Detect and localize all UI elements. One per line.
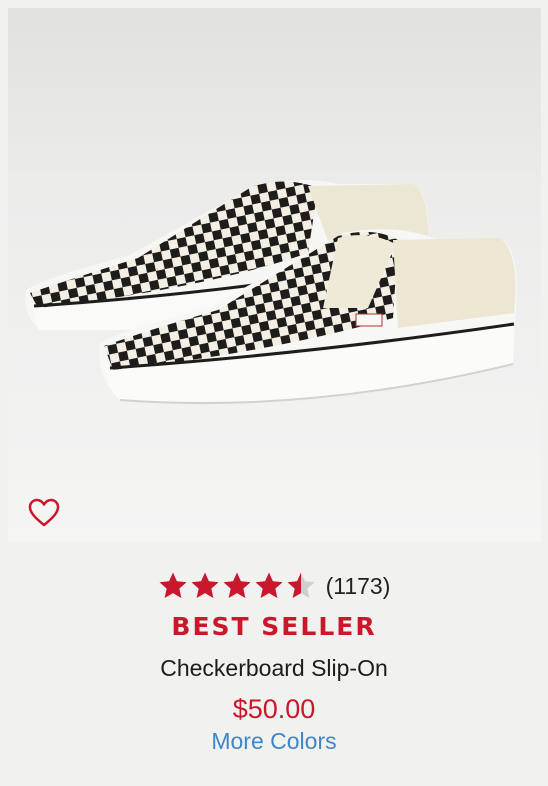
shoe-illustration — [8, 8, 541, 542]
product-price: $50.00 — [232, 694, 316, 724]
product-name[interactable]: Checkerboard Slip-On — [0, 653, 548, 683]
more-colors-link[interactable]: More Colors — [0, 727, 548, 755]
star-rating — [158, 571, 316, 601]
product-info: (1173) BEST SELLER Checkerboard Slip-On … — [0, 560, 548, 755]
star-icon — [255, 572, 283, 598]
heart-outline-icon — [28, 498, 60, 527]
review-count[interactable]: (1173) — [326, 573, 391, 600]
star-icon — [223, 572, 251, 598]
star-icon — [287, 572, 315, 598]
star-icon — [159, 572, 187, 598]
star-icon — [191, 572, 219, 598]
product-image[interactable] — [8, 8, 541, 542]
favorite-button[interactable] — [28, 498, 64, 534]
status-badge: BEST SELLER — [171, 612, 377, 641]
rating-row[interactable]: (1173) — [0, 560, 548, 612]
